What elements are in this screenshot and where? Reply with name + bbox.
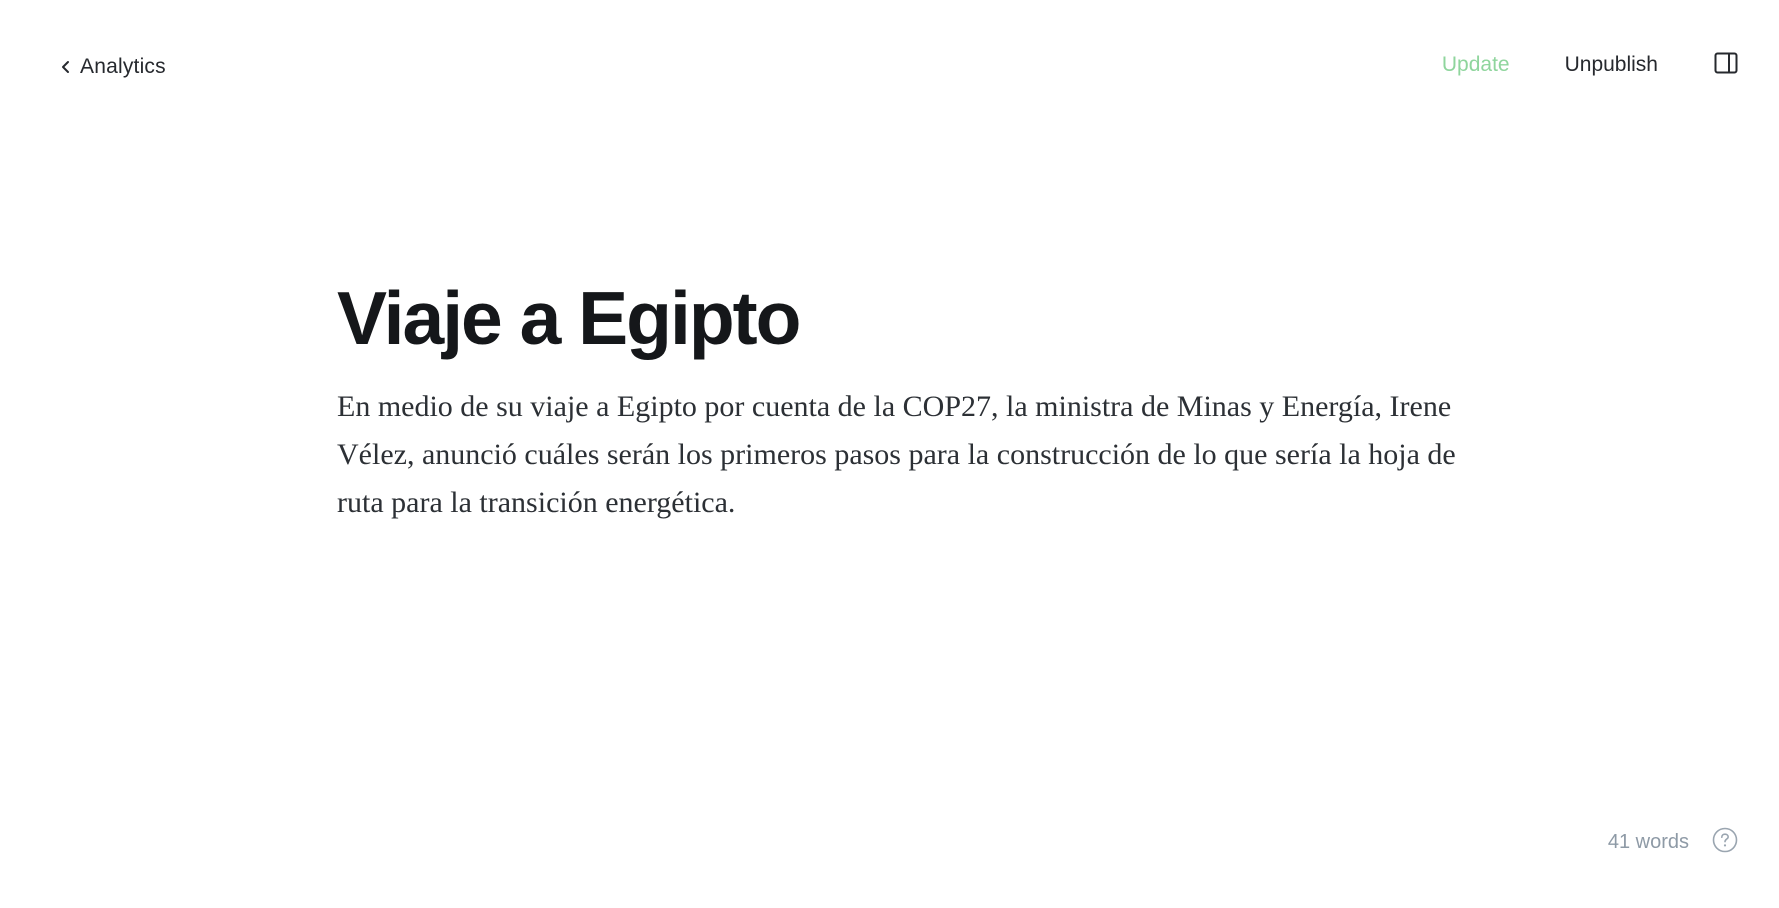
- help-button[interactable]: [1711, 827, 1739, 858]
- chevron-left-icon: [60, 59, 72, 75]
- back-link-label: Analytics: [80, 55, 166, 78]
- update-button[interactable]: Update: [1442, 53, 1510, 77]
- word-count: 41 words: [1607, 830, 1689, 853]
- sidebar-panel-icon: [1714, 52, 1738, 79]
- header-actions: Update Unpublish: [1442, 52, 1739, 78]
- question-circle-icon: [1712, 827, 1738, 858]
- sidebar-toggle-button[interactable]: [1713, 52, 1739, 78]
- post-body[interactable]: En medio de su viaje a Egipto por cuenta…: [337, 383, 1457, 527]
- editor-header: Analytics Update Unpublish: [0, 0, 1779, 140]
- unpublish-button[interactable]: Unpublish: [1565, 53, 1658, 77]
- back-to-analytics-link[interactable]: Analytics: [60, 55, 166, 79]
- post-editor: Viaje a Egipto En medio de su viaje a Eg…: [337, 275, 1457, 527]
- editor-footer: 41 words: [1607, 827, 1739, 858]
- post-title[interactable]: Viaje a Egipto: [337, 275, 1457, 361]
